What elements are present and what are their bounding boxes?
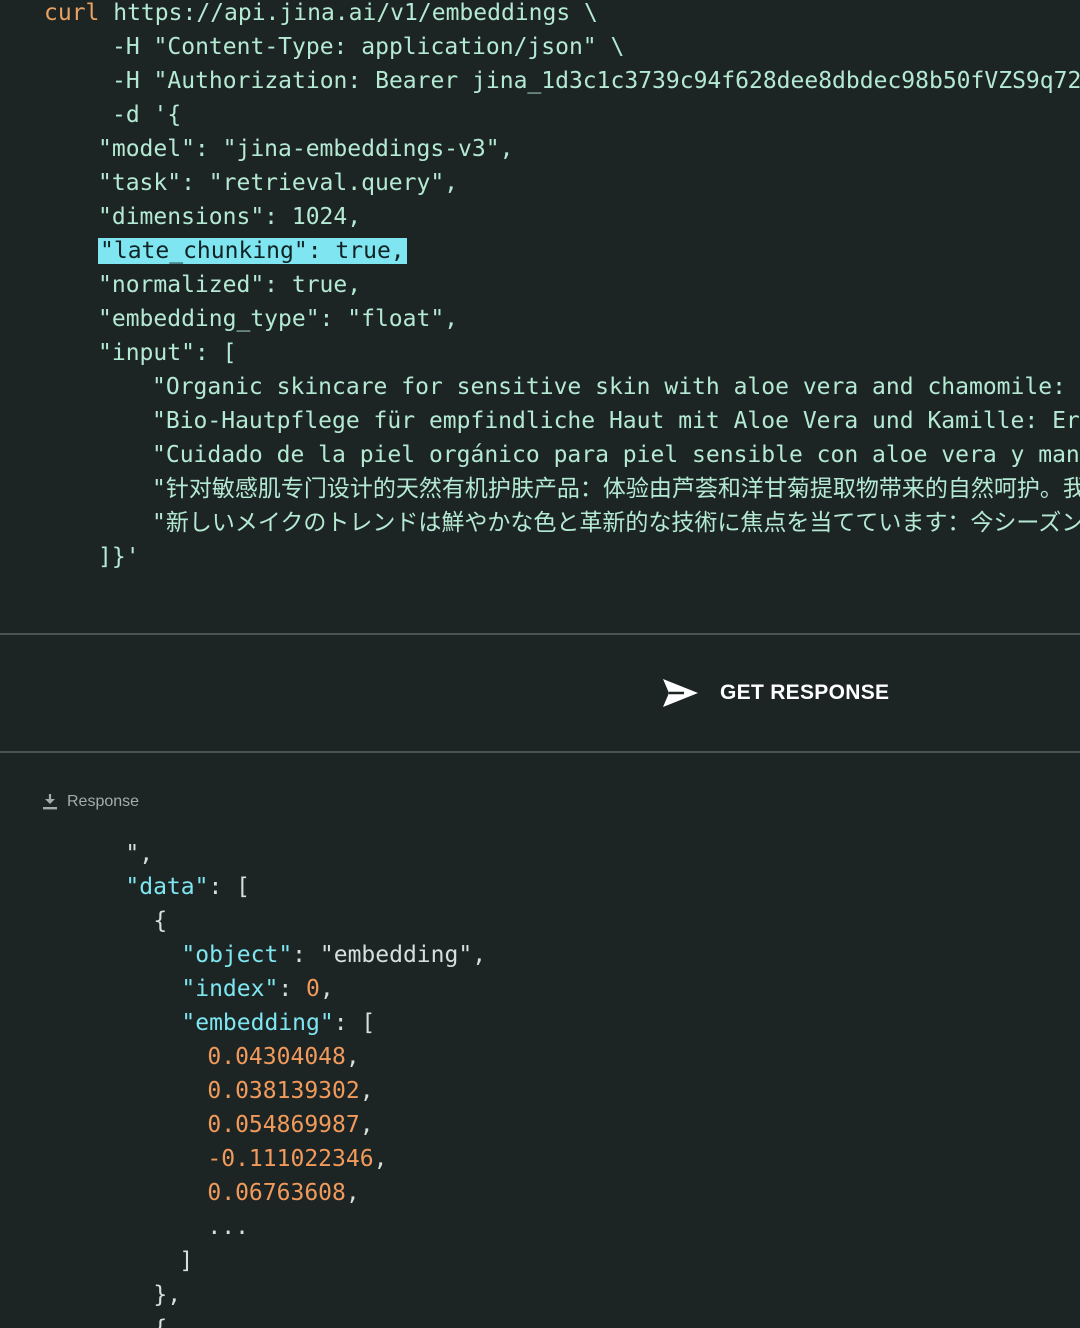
- code-line: -d '{: [112, 102, 182, 128]
- response-line: },: [98, 1244, 181, 1308]
- response-code-panel[interactable]: ", "data": [ { "object": "embedding", "i…: [0, 818, 1080, 1328]
- send-icon: [663, 679, 698, 707]
- code-line: curl https://api.jina.ai/v1/embeddings \: [44, 0, 598, 30]
- response-label: Response: [67, 793, 140, 810]
- token: ,: [472, 942, 487, 968]
- get-response-label: GET RESPONSE: [720, 681, 890, 704]
- request-code-panel[interactable]: curl https://api.jina.ai/v1/embeddings \…: [0, 0, 1080, 633]
- response-line: 0.054869987,: [152, 1074, 373, 1138]
- token: {: [153, 1316, 167, 1328]
- divider: [0, 633, 1080, 635]
- code-line: "dimensions": 1024,: [98, 204, 362, 230]
- code-line: "Bio-Hautpflege für empfindliche Haut mi…: [152, 408, 1080, 434]
- get-response-button[interactable]: GET RESPONSE: [660, 670, 889, 716]
- code-line: "model": "jina-embeddings-v3",: [98, 136, 514, 162]
- response-line: {: [98, 870, 167, 934]
- token: ,: [373, 1146, 388, 1172]
- response-line: "embedding": [: [126, 972, 375, 1036]
- code-line: "input": [: [98, 340, 237, 366]
- response-line: ...: [152, 1176, 249, 1240]
- response-line: {: [98, 1278, 167, 1328]
- download-icon[interactable]: [42, 793, 58, 811]
- response-line: 0.06763608,: [152, 1142, 359, 1206]
- token: ...: [207, 1214, 249, 1240]
- response-line: "index": 0,: [126, 938, 333, 1002]
- code-line: "task": "retrieval.query",: [98, 170, 459, 196]
- response-header: Response: [42, 790, 139, 814]
- code-line: "Cuidado de la piel orgánico para piel s…: [152, 442, 1080, 468]
- token: ,: [345, 1180, 360, 1206]
- response-line: -0.111022346,: [152, 1108, 387, 1172]
- code-line: -H "Content-Type: application/json" \: [112, 34, 625, 60]
- response-line: "object": "embedding",: [126, 904, 486, 968]
- response-line: ]: [124, 1210, 193, 1274]
- response-line: ",: [70, 818, 153, 867]
- response-line: "data": [: [70, 836, 250, 900]
- json-string: "embedding": [319, 942, 473, 968]
- code-line: "Organic skincare for sensitive skin wit…: [152, 374, 1080, 400]
- token: ]: [179, 1248, 194, 1274]
- response-line: 0.038139302,: [152, 1040, 373, 1104]
- code-line: -H "Authorization: Bearer jina_1d3c1c373…: [112, 68, 1080, 94]
- code-line: ]}': [98, 544, 140, 570]
- code-line: "新しいメイクのトレンドは鮮やかな色と革新的な技術に焦点を当てています：今シーズ…: [152, 510, 1080, 536]
- code-text: https://api.jina.ai/v1/embeddings \: [99, 0, 598, 26]
- code-keyword: curl: [44, 0, 100, 26]
- token: : [: [208, 874, 251, 900]
- code-line: "针对敏感肌专门设计的天然有机护肤产品：体验由芦荟和洋甘菊提取物带来的自然呵护。…: [152, 476, 1080, 502]
- divider: [0, 751, 1080, 753]
- code-line: "normalized": true,: [98, 272, 362, 298]
- code-line-highlighted: "late_chunking": true,: [98, 234, 407, 268]
- highlighted-text: "late_chunking": true,: [98, 238, 407, 264]
- code-line: "embedding_type": "float",: [98, 306, 459, 332]
- response-line: 0.04304048,: [152, 1006, 359, 1070]
